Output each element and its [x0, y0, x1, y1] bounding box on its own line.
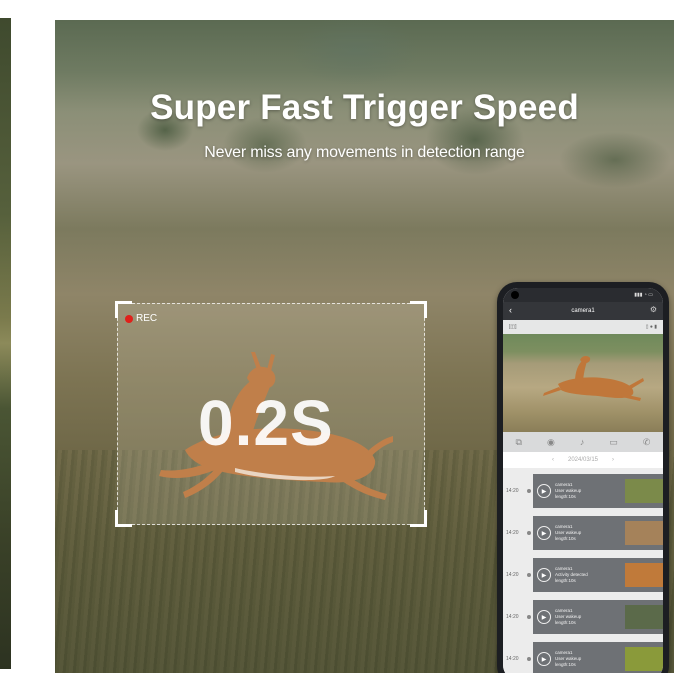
event-item[interactable]: ▶ camera1 User wakeup length:10s	[533, 642, 663, 673]
back-arrow-icon[interactable]: ‹	[509, 305, 512, 315]
timeline-marker	[527, 531, 531, 535]
smartphone-mockup: ▮▮▮ ◔ ▭ ‹ camera1 ⚙ [◫] ▯ ● ▮ ⧉ ◉ ♪ ▭ ✆ …	[497, 282, 669, 673]
camera-icon[interactable]: ◉	[547, 437, 555, 448]
phone-status-bar: ▮▮▮ ◔ ▭	[503, 288, 663, 302]
phone-nav-title: camera1	[571, 308, 595, 314]
event-length: length:10s	[555, 662, 576, 667]
frame-corner-bottom-left	[115, 510, 132, 527]
timeline-marker	[527, 657, 531, 661]
event-thumbnail[interactable]	[625, 647, 663, 671]
hero-photo: Super Fast Trigger Speed Never miss any …	[55, 20, 674, 673]
live-video-feed[interactable]	[503, 334, 663, 432]
event-text: camera1 Activity detected length:10s	[555, 566, 621, 584]
event-length: length:10s	[555, 620, 576, 625]
frame-corner-bottom-right	[410, 510, 427, 527]
video-controls: ⧉ ◉ ♪ ▭ ✆	[503, 432, 663, 452]
event-thumbnail[interactable]	[625, 521, 663, 545]
rec-indicator: REC	[125, 313, 157, 324]
headline-subtitle: Never miss any movements in detection ra…	[204, 144, 525, 161]
next-date-icon[interactable]: ›	[612, 457, 614, 463]
date-selector: ‹ 2024/03/15 ›	[503, 452, 663, 468]
rec-dot-icon	[125, 314, 133, 323]
event-length: length:10s	[555, 536, 576, 541]
timeline-marker	[527, 573, 531, 577]
rec-label: REC	[136, 313, 158, 324]
event-item[interactable]: ▶ camera1 Activity detected length:10s	[533, 558, 663, 592]
front-camera-icon	[511, 291, 519, 299]
play-icon[interactable]: ▶	[537, 568, 551, 582]
event-time: 14:20	[506, 488, 519, 494]
record-icon[interactable]: ▭	[609, 437, 618, 448]
event-time: 14:20	[506, 614, 519, 620]
event-item[interactable]: ▶ camera1 User wakeup length:10s	[533, 474, 663, 508]
event-text: camera1 User wakeup length:10s	[555, 524, 621, 542]
event-thumbnail[interactable]	[625, 563, 663, 587]
event-length: length:10s	[555, 494, 576, 499]
prev-date-icon[interactable]: ‹	[552, 457, 554, 463]
event-time: 14:20	[506, 572, 519, 578]
play-icon[interactable]: ▶	[537, 610, 551, 624]
settings-icon[interactable]: ⚙	[650, 305, 657, 314]
frame-corner-top-right	[410, 301, 427, 318]
play-icon[interactable]: ▶	[537, 526, 551, 540]
play-icon[interactable]: ▶	[537, 484, 551, 498]
event-thumbnail[interactable]	[625, 605, 663, 629]
event-text: camera1 User wakeup length:10s	[555, 650, 621, 668]
event-text: camera1 User wakeup length:10s	[555, 482, 621, 500]
event-time: 14:20	[506, 656, 519, 662]
video-deer	[543, 355, 644, 401]
signal-status-icon: ▯ ● ▮	[645, 324, 657, 330]
phone-screen: ▮▮▮ ◔ ▭ ‹ camera1 ⚙ [◫] ▯ ● ▮ ⧉ ◉ ♪ ▭ ✆ …	[503, 288, 663, 673]
screenshot-icon[interactable]: ⧉	[516, 437, 522, 448]
event-thumbnail[interactable]	[625, 479, 663, 503]
event-length: length:10s	[555, 578, 576, 583]
phone-toolbar: [◫] ▯ ● ▮	[503, 320, 663, 334]
event-text: camera1 User wakeup length:10s	[555, 608, 621, 626]
trigger-speed-value: 0.2S	[198, 387, 334, 459]
date-label: 2024/03/15	[567, 457, 599, 463]
adjacent-photo-strip	[0, 18, 11, 669]
phone-nav-bar: ‹ camera1 ⚙	[503, 302, 663, 320]
event-time: 14:20	[506, 530, 519, 536]
timeline-marker	[527, 489, 531, 493]
event-item[interactable]: ▶ camera1 User wakeup length:10s	[533, 516, 663, 550]
play-icon[interactable]: ▶	[537, 652, 551, 666]
microphone-icon[interactable]: ♪	[580, 437, 585, 447]
phone-icon[interactable]: ✆	[643, 437, 651, 448]
detection-frame: REC 0.2S	[115, 301, 427, 527]
event-item[interactable]: ▶ camera1 User wakeup length:10s	[533, 600, 663, 634]
timeline-marker	[527, 615, 531, 619]
event-timeline: 14:20 ▶ camera1 User wakeup length:10s 14:20 ▶…	[503, 468, 663, 673]
quality-selector-icon[interactable]: [◫]	[509, 324, 517, 330]
headline-title: Super Fast Trigger Speed	[150, 88, 579, 127]
